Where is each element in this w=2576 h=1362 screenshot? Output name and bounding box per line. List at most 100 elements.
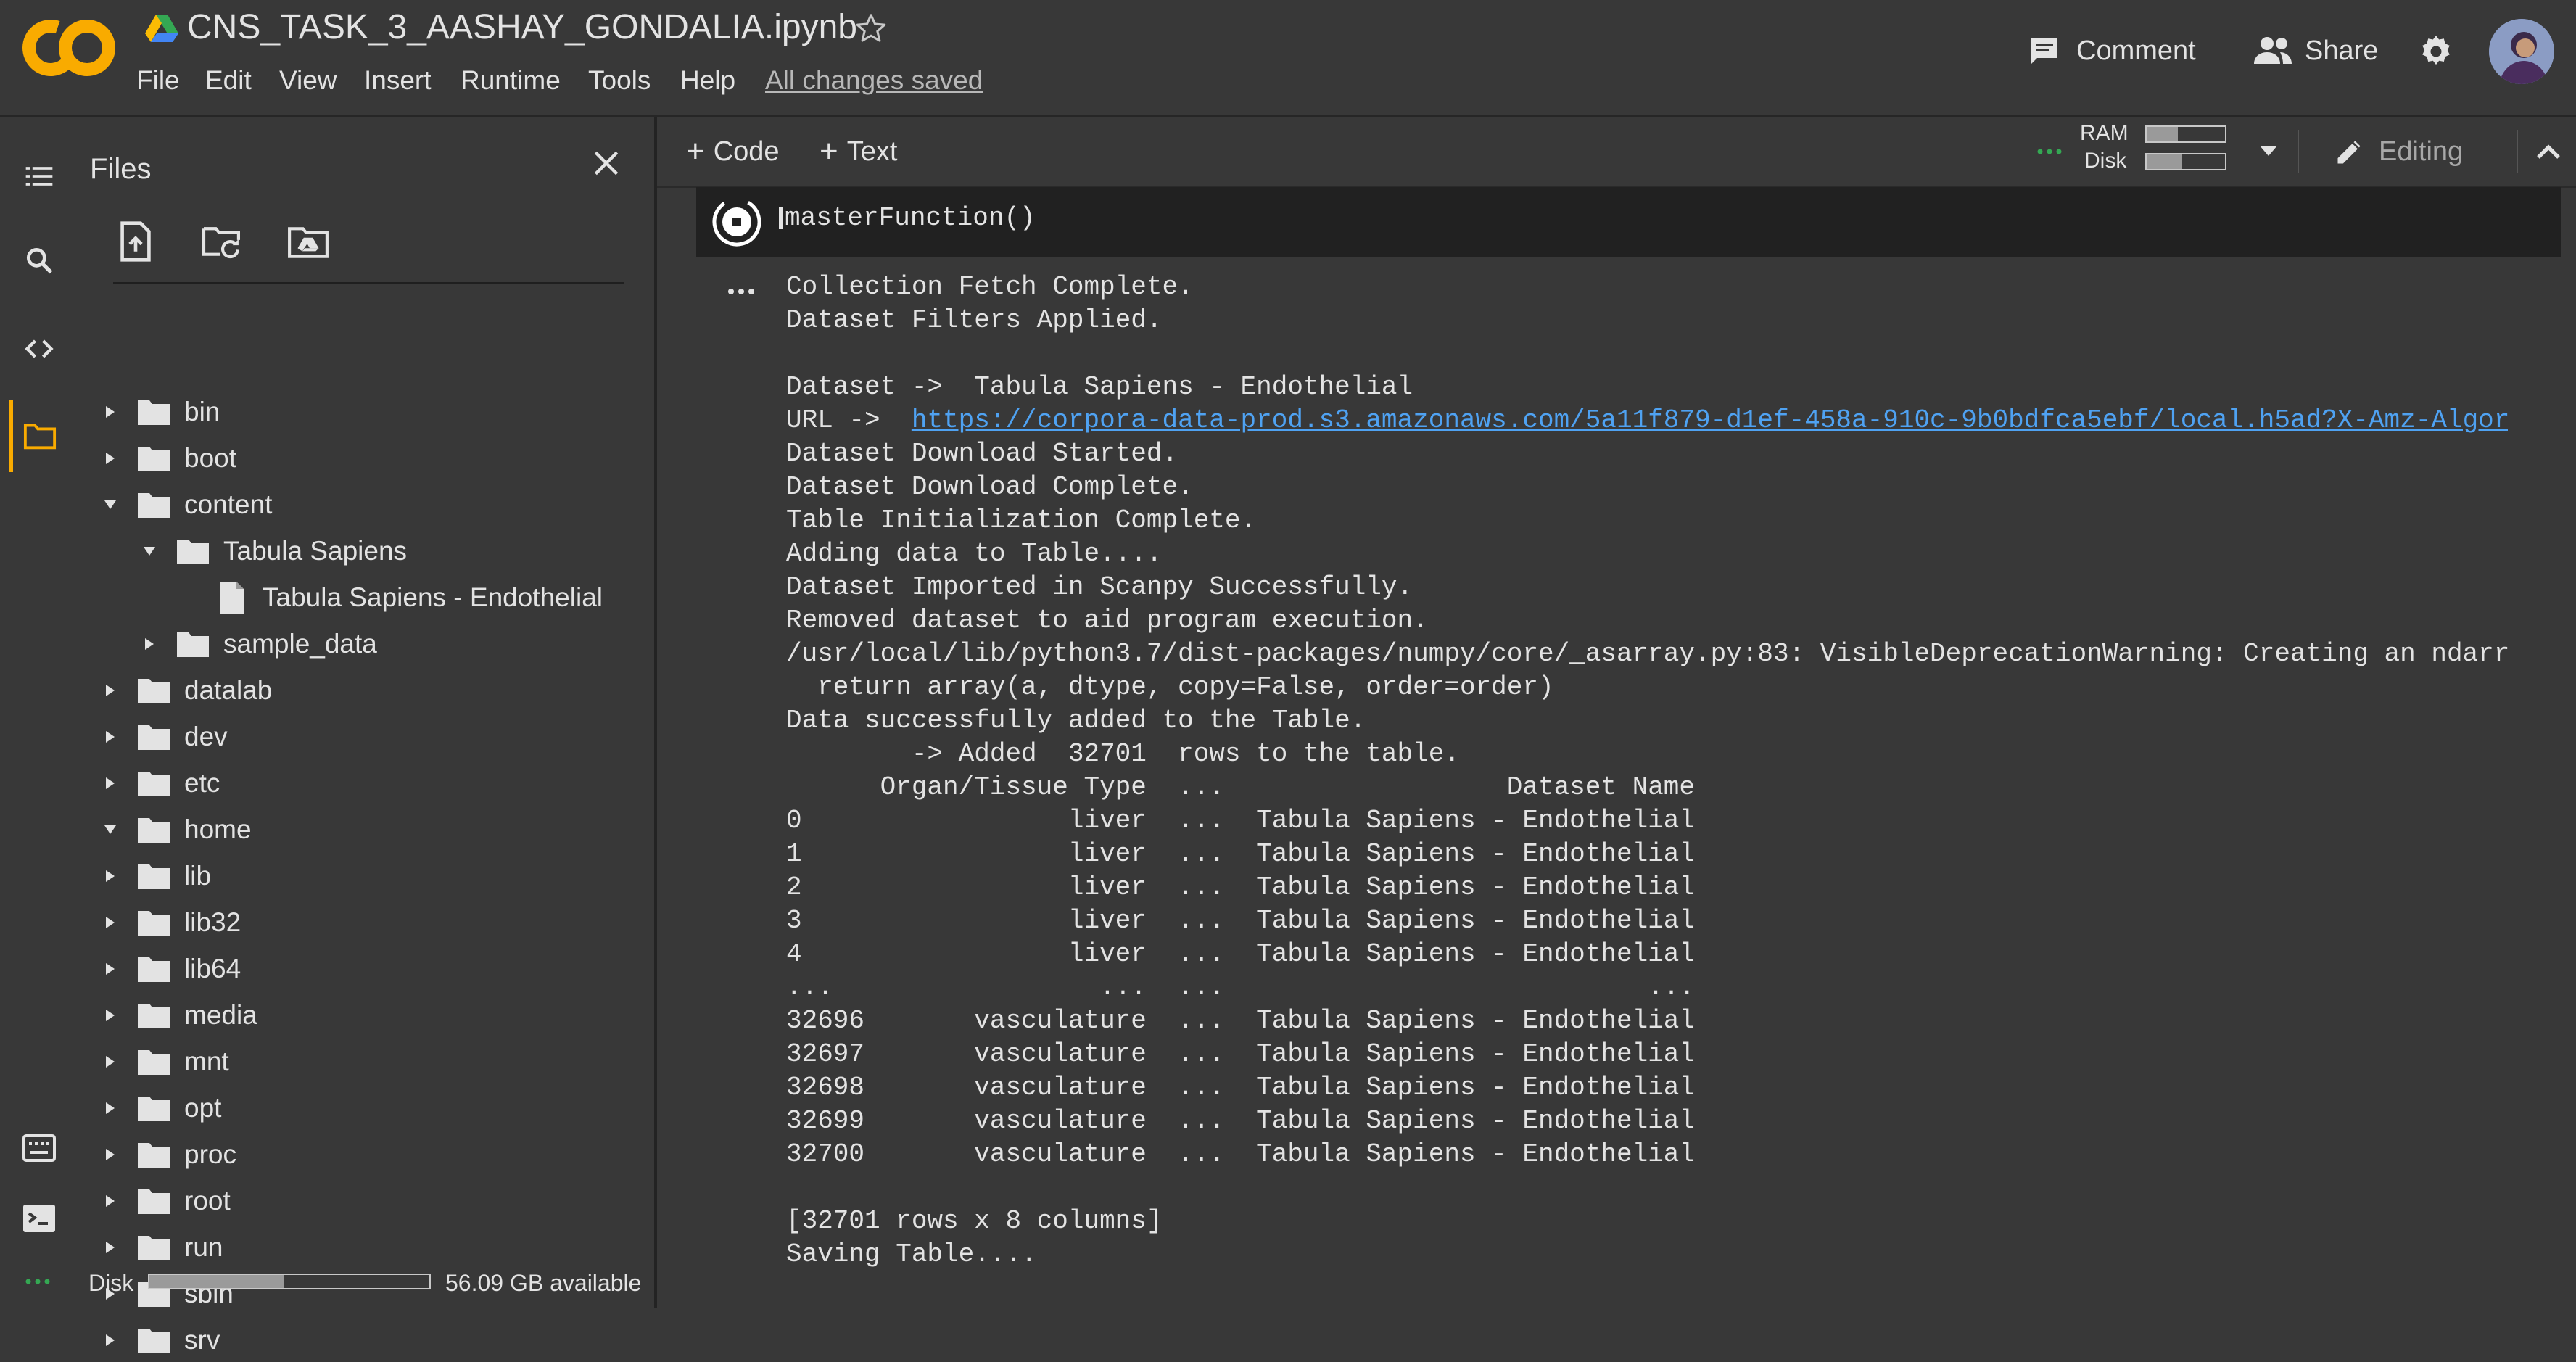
chevron-right-icon[interactable] — [96, 1186, 125, 1216]
chevron-down-icon[interactable] — [96, 815, 125, 844]
tree-folder-item[interactable]: etc — [96, 762, 220, 805]
menu-tools[interactable]: Tools — [588, 65, 651, 96]
folder-icon — [173, 628, 213, 660]
code-cell[interactable]: masterFunction() — [696, 187, 2561, 257]
chevron-right-icon[interactable] — [96, 1326, 125, 1355]
plus-icon: + — [686, 133, 705, 169]
share-button[interactable]: Share — [2253, 32, 2378, 70]
chevron-right-icon[interactable] — [96, 722, 125, 751]
tree-folder-item[interactable]: lib — [96, 854, 211, 898]
tree-folder-item[interactable]: srv — [96, 1318, 220, 1362]
save-status-link[interactable]: All changes saved — [765, 65, 983, 96]
output-line: 1 liver ... Tabula Sapiens - Endothelial — [786, 839, 1696, 869]
menu-edit[interactable]: Edit — [205, 65, 252, 96]
code-snippets-icon[interactable] — [22, 333, 57, 365]
chevron-right-icon[interactable] — [96, 1233, 125, 1262]
tree-folder-item[interactable]: media — [96, 994, 257, 1037]
notebook-area: + Code + Text RAM Disk Editing masterFun… — [657, 117, 2576, 1308]
ram-usage-bar[interactable] — [2145, 125, 2226, 143]
add-text-button[interactable]: + Text — [820, 131, 897, 172]
chevron-right-icon[interactable] — [96, 397, 125, 426]
output-line: 32697 vasculature ... Tabula Sapiens - E… — [786, 1039, 1696, 1069]
menu-insert[interactable]: Insert — [364, 65, 432, 96]
tree-folder-item[interactable]: lib64 — [96, 947, 241, 991]
tree-folder-item[interactable]: mnt — [96, 1040, 229, 1084]
output-options-icon[interactable] — [727, 288, 756, 295]
chevron-right-icon[interactable] — [96, 908, 125, 937]
comment-label: Comment — [2076, 35, 2196, 66]
cell-output: Collection Fetch Complete. Dataset Filter… — [786, 271, 2508, 1308]
disk-available-text: 56.09 GB available — [445, 1270, 642, 1296]
tree-folder-item[interactable]: root — [96, 1179, 231, 1223]
chevron-right-icon[interactable] — [96, 1047, 125, 1076]
dataset-url-link[interactable]: https://corpora-data-prod.s3.amazonaws.c… — [912, 405, 2508, 435]
colab-logo[interactable] — [22, 15, 116, 81]
chevron-right-icon[interactable] — [96, 1001, 125, 1030]
chevron-right-icon[interactable] — [96, 444, 125, 473]
chevron-down-icon[interactable] — [135, 537, 164, 566]
people-icon — [2253, 33, 2293, 68]
output-line: 32696 vasculature ... Tabula Sapiens - E… — [786, 1006, 1696, 1036]
url-prefix: URL -> — [786, 405, 912, 435]
plus-icon: + — [820, 133, 838, 169]
tree-folder-item[interactable]: Tabula Sapiens — [135, 529, 407, 573]
tree-folder-item[interactable]: dev — [96, 715, 228, 759]
tree-folder-item[interactable]: run — [96, 1226, 223, 1269]
table-of-contents-icon[interactable] — [23, 160, 55, 192]
tree-item-label: bin — [184, 397, 220, 426]
tree-item-label: Tabula Sapiens — [223, 536, 408, 566]
terminal-icon[interactable] — [22, 1203, 57, 1234]
collapse-header-chevron-up-icon[interactable] — [2534, 139, 2563, 165]
chevron-right-icon[interactable] — [96, 1140, 125, 1169]
tree-item-label: lib — [184, 861, 212, 891]
tree-folder-item[interactable]: home — [96, 808, 252, 851]
menu-view[interactable]: View — [279, 65, 337, 96]
menu-runtime[interactable]: Runtime — [461, 65, 561, 96]
resources-dropdown-icon[interactable] — [2257, 141, 2280, 159]
folder-icon — [133, 674, 174, 706]
chevron-right-icon[interactable] — [96, 1094, 125, 1123]
share-label: Share — [2305, 35, 2379, 66]
tree-file-item[interactable]: Tabula Sapiens - Endothelial — [174, 576, 603, 619]
stop-execution-button[interactable] — [711, 196, 763, 248]
tree-folder-item[interactable]: boot — [96, 437, 236, 480]
star-icon[interactable] — [854, 12, 888, 45]
tree-item-label: content — [184, 490, 273, 519]
folder-icon — [133, 721, 174, 753]
chevron-right-icon[interactable] — [96, 954, 125, 983]
tree-folder-item[interactable]: content — [96, 483, 272, 527]
folder-icon[interactable] — [23, 421, 57, 450]
menu-help[interactable]: Help — [680, 65, 735, 96]
cell-cursor — [779, 207, 783, 229]
file-tree: bin boot content Tabula Sapiens Tabula Sapie… — [77, 117, 650, 1355]
search-icon[interactable] — [23, 244, 55, 276]
pencil-icon — [2334, 136, 2366, 168]
tree-item-label: boot — [184, 443, 237, 473]
settings-gear-icon[interactable] — [2418, 33, 2454, 70]
menu-file[interactable]: File — [136, 65, 180, 96]
tree-folder-item[interactable]: proc — [96, 1133, 236, 1176]
comment-button[interactable]: Comment — [2027, 32, 2196, 70]
editing-mode-button[interactable]: Editing — [2334, 131, 2463, 172]
chevron-down-icon[interactable] — [96, 490, 125, 519]
disk-resource-fill — [2147, 154, 2182, 169]
chevron-right-icon[interactable] — [135, 630, 164, 659]
disk-resource-bar[interactable] — [2145, 153, 2226, 170]
chevron-right-icon[interactable] — [96, 769, 125, 798]
tree-folder-item[interactable]: sample_data — [135, 622, 377, 666]
tree-folder-item[interactable]: bin — [96, 390, 220, 434]
chevron-right-icon[interactable] — [96, 862, 125, 891]
chevron-right-icon[interactable] — [96, 676, 125, 705]
tree-folder-item[interactable]: lib32 — [96, 901, 241, 944]
user-avatar[interactable] — [2489, 19, 2554, 84]
tree-folder-item[interactable]: opt — [96, 1086, 221, 1130]
tree-folder-item[interactable]: datalab — [96, 669, 272, 712]
notebook-title[interactable]: CNS_TASK_3_AASHAY_GONDALIA.ipynb — [187, 7, 857, 47]
add-code-button[interactable]: + Code — [686, 131, 780, 172]
output-line: [32701 rows x 8 columns] — [786, 1206, 1163, 1236]
output-line: /usr/local/lib/python3.7/dist-packages/n… — [786, 639, 2508, 669]
output-line: Table Initialization Complete. — [786, 505, 1257, 535]
command-palette-icon[interactable] — [22, 1134, 57, 1163]
code-editor[interactable]: masterFunction() — [785, 203, 1036, 233]
app-header: CNS_TASK_3_AASHAY_GONDALIA.ipynb File Ed… — [0, 0, 2576, 117]
